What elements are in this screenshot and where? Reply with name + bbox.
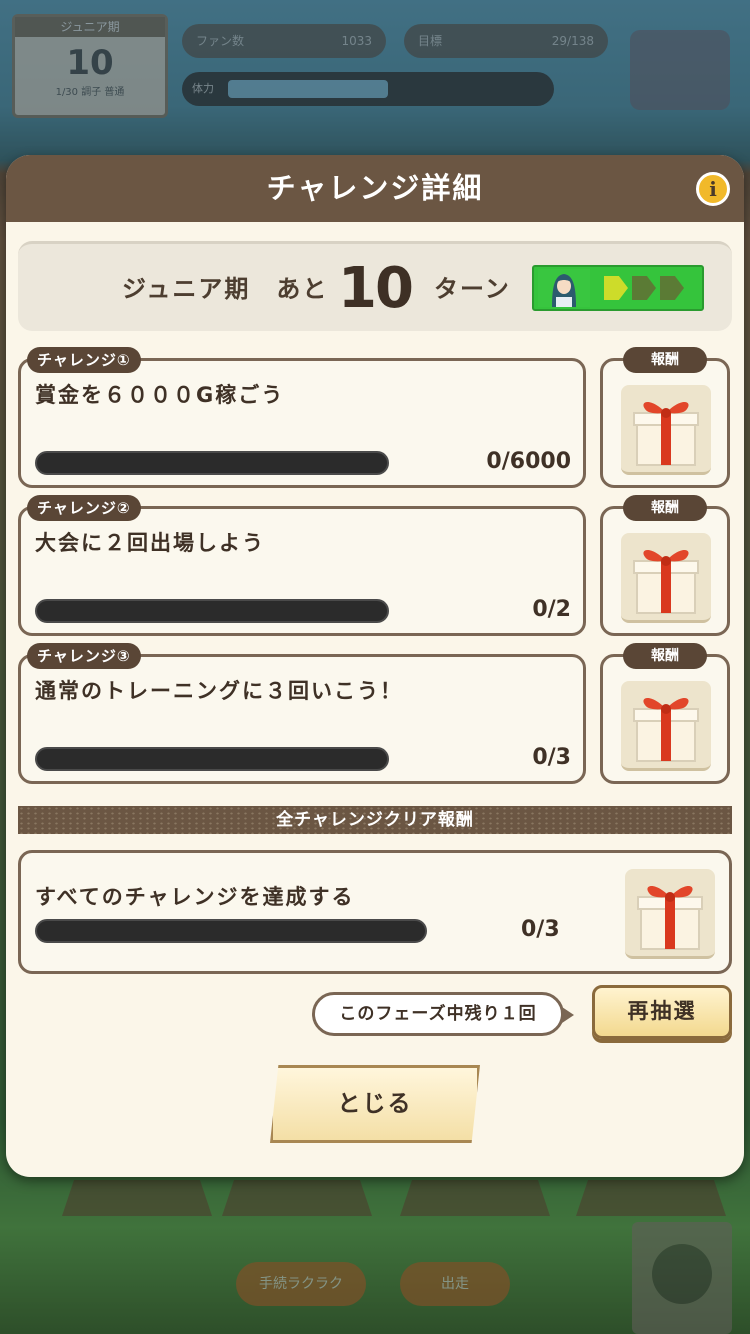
gift-icon-frame <box>621 385 711 475</box>
gift-icon-frame <box>621 681 711 771</box>
turn-suffix: ターン <box>434 275 511 303</box>
reward-label: 報酬 <box>623 495 707 521</box>
challenge-detail-modal: チャレンジ詳細 i ジュニア期 あと 10 ターン チャレンジ① 賞金を６０００… <box>6 155 744 1177</box>
character-portrait-icon <box>538 269 590 307</box>
challenge-count: 0/6000 <box>486 449 571 474</box>
challenge-tab: チャレンジ① <box>27 347 141 373</box>
challenge-tab: チャレンジ③ <box>27 643 141 669</box>
turn-panel: ジュニア期 あと 10 ターン <box>18 241 732 331</box>
all-clear-header-label: 全チャレンジクリア報酬 <box>276 810 474 830</box>
all-clear-progress-bar <box>35 919 427 943</box>
phase-arrow-2-icon <box>632 276 656 300</box>
turn-number: 10 <box>338 256 414 321</box>
challenge-count: 0/2 <box>532 597 571 622</box>
challenge-card-3: チャレンジ③ 通常のトレーニングに３回いこう！ 0/3 <box>18 643 586 784</box>
close-button[interactable]: とじる <box>270 1065 480 1143</box>
remaining-redraw-bubble: このフェーズ中残り１回 <box>312 992 574 1036</box>
all-clear-count: 0/3 <box>521 917 560 942</box>
challenge-count: 0/3 <box>532 745 571 770</box>
reward-box-1[interactable]: 報酬 <box>600 347 730 488</box>
challenge-progress-bar <box>35 747 389 771</box>
modal-header: チャレンジ詳細 i <box>6 155 744 222</box>
challenge-text: 通常のトレーニングに３回いこう！ <box>35 679 403 703</box>
redraw-button[interactable]: 再抽選 <box>592 985 732 1039</box>
challenge-text: 大会に２回出場しよう <box>35 531 265 555</box>
challenge-progress-bar <box>35 599 389 623</box>
reward-label: 報酬 <box>623 643 707 669</box>
all-clear-text: すべてのチャレンジを達成する <box>35 885 355 909</box>
gift-box-icon <box>637 886 703 950</box>
reward-label: 報酬 <box>623 347 707 373</box>
gift-box-icon <box>633 698 699 762</box>
challenge-text: 賞金を６０００G稼ごう <box>35 383 285 407</box>
gift-box-icon <box>633 402 699 466</box>
challenge-card-1: チャレンジ① 賞金を６０００G稼ごう 0/6000 <box>18 347 586 488</box>
challenge-card-2: チャレンジ② 大会に２回出場しよう 0/2 <box>18 495 586 636</box>
gift-box-icon <box>633 550 699 614</box>
phase-progress-bar <box>532 265 704 311</box>
info-icon[interactable]: i <box>696 172 730 206</box>
reward-box-3[interactable]: 報酬 <box>600 643 730 784</box>
all-clear-panel: すべてのチャレンジを達成する 0/3 <box>18 850 732 974</box>
modal-title: チャレンジ詳細 <box>266 171 484 205</box>
challenge-progress-bar <box>35 451 389 475</box>
gift-icon-frame <box>621 533 711 623</box>
phase-arrow-1-icon <box>604 276 628 300</box>
all-clear-reward[interactable] <box>625 869 715 959</box>
turn-prefix: ジュニア期 あと <box>122 275 329 303</box>
challenge-tab: チャレンジ② <box>27 495 141 521</box>
all-clear-header: 全チャレンジクリア報酬 <box>18 806 732 834</box>
reward-box-2[interactable]: 報酬 <box>600 495 730 636</box>
phase-arrow-3-icon <box>660 276 684 300</box>
